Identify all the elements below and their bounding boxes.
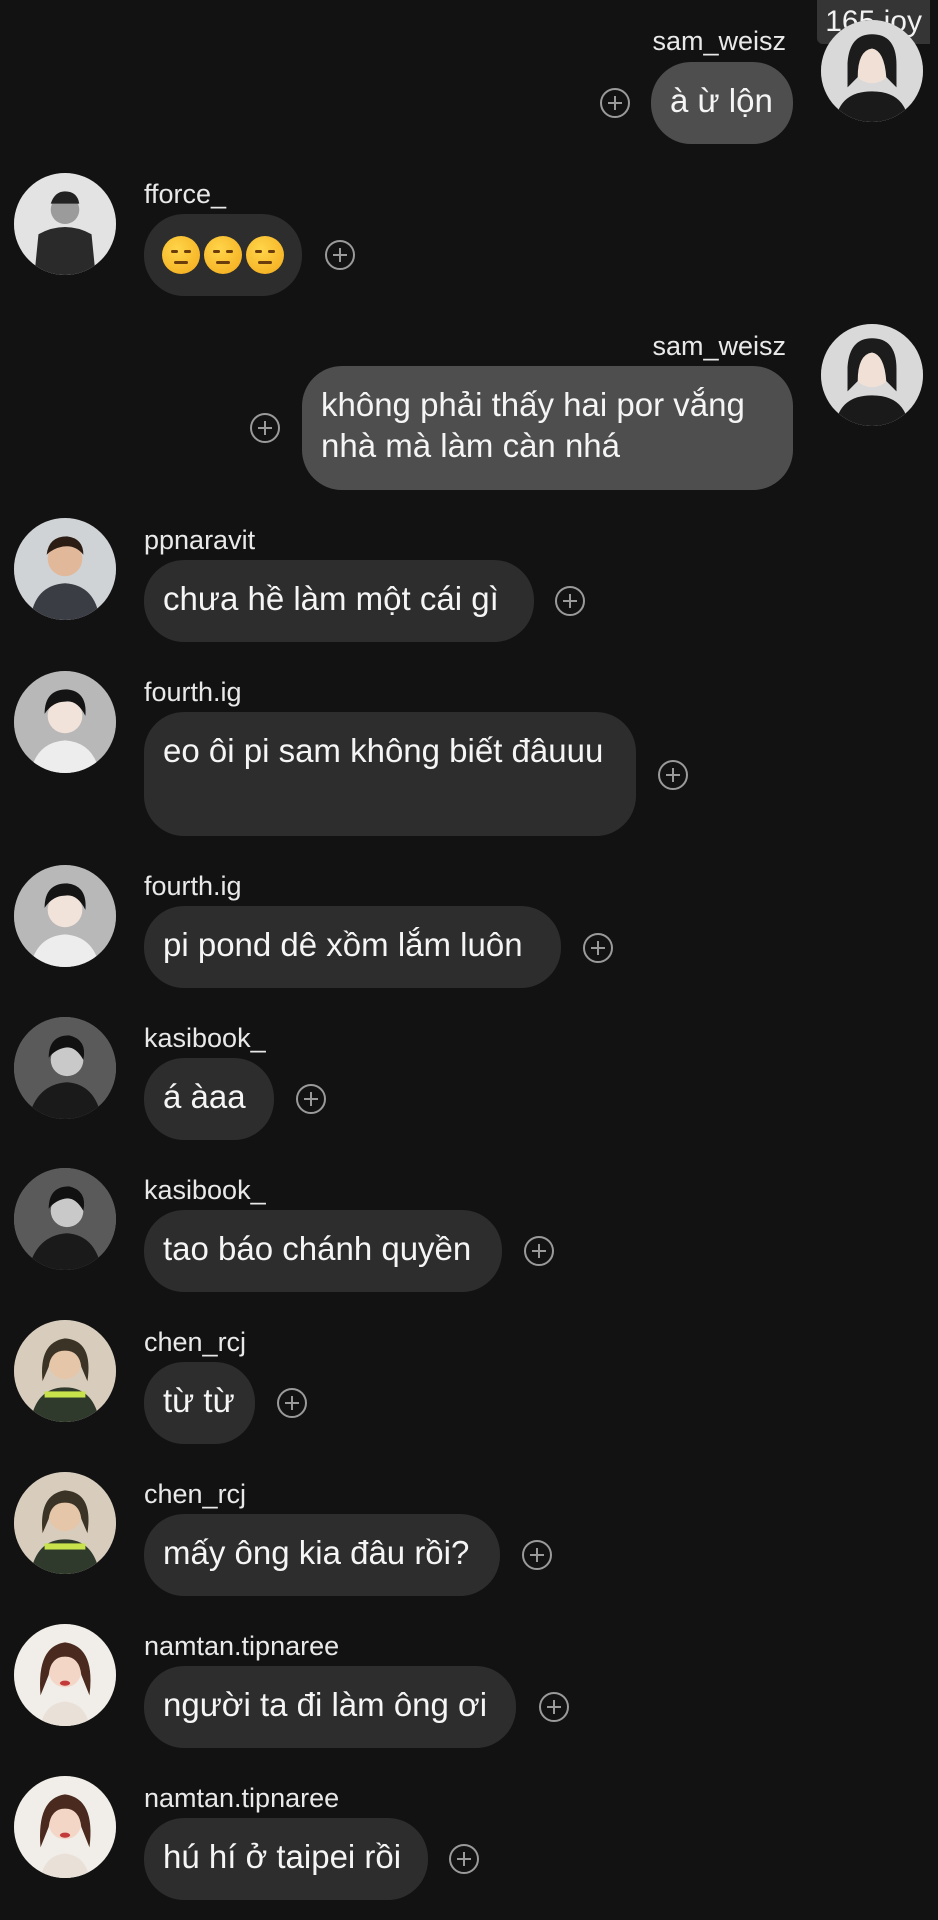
add-reaction-icon[interactable] bbox=[583, 933, 613, 963]
avatar-chen-rcj[interactable] bbox=[14, 1472, 116, 1574]
add-reaction-icon[interactable] bbox=[555, 586, 585, 616]
username: fourth.ig bbox=[144, 871, 242, 901]
unamused-face-icon bbox=[162, 236, 200, 274]
unamused-emoji-group bbox=[162, 236, 284, 274]
message-bubble[interactable] bbox=[144, 214, 302, 296]
add-reaction-icon[interactable] bbox=[524, 1236, 554, 1266]
avatar-ppnaravit[interactable] bbox=[14, 518, 116, 620]
add-reaction-icon[interactable] bbox=[522, 1540, 552, 1570]
avatar-sam-weisz[interactable] bbox=[821, 324, 923, 426]
message-bubble[interactable]: từ từ bbox=[144, 1362, 255, 1444]
add-reaction-icon[interactable] bbox=[600, 88, 630, 118]
message-bubble[interactable]: hú hí ở taipei rồi bbox=[144, 1818, 428, 1900]
username: namtan.tipnaree bbox=[144, 1631, 340, 1661]
avatar-fourth-ig[interactable] bbox=[14, 671, 116, 773]
username: ppnaravit bbox=[144, 525, 256, 555]
message-bubble[interactable]: à ừ lộn bbox=[651, 62, 793, 144]
add-reaction-icon[interactable] bbox=[658, 760, 688, 790]
add-reaction-icon[interactable] bbox=[277, 1388, 307, 1418]
username: kasibook_ bbox=[144, 1023, 266, 1053]
avatar-sam-weisz[interactable] bbox=[821, 20, 923, 122]
avatar-namtan-tipnaree[interactable] bbox=[14, 1776, 116, 1878]
add-reaction-icon[interactable] bbox=[449, 1844, 479, 1874]
username: kasibook_ bbox=[144, 1175, 266, 1205]
avatar-fourth-ig[interactable] bbox=[14, 865, 116, 967]
unamused-face-icon bbox=[204, 236, 242, 274]
avatar-namtan-tipnaree[interactable] bbox=[14, 1624, 116, 1726]
unamused-face-icon bbox=[246, 236, 284, 274]
add-reaction-icon[interactable] bbox=[539, 1692, 569, 1722]
username: namtan.tipnaree bbox=[144, 1783, 340, 1813]
username: fforce_ bbox=[144, 179, 227, 209]
message-bubble[interactable]: eo ôi pi sam không biết đâuuu bbox=[144, 712, 636, 836]
message-bubble[interactable]: người ta đi làm ông ơi bbox=[144, 1666, 516, 1748]
username: chen_rcj bbox=[144, 1479, 247, 1509]
message-bubble[interactable]: á àaa bbox=[144, 1058, 274, 1140]
avatar-kasibook[interactable] bbox=[14, 1017, 116, 1119]
avatar-fforce[interactable] bbox=[14, 173, 116, 275]
message-bubble[interactable]: chưa hề làm một cái gì bbox=[144, 560, 534, 642]
username: chen_rcj bbox=[144, 1327, 247, 1357]
add-reaction-icon[interactable] bbox=[296, 1084, 326, 1114]
message-bubble[interactable]: tao báo chánh quyền bbox=[144, 1210, 502, 1292]
add-reaction-icon[interactable] bbox=[250, 413, 280, 443]
username: sam_weisz bbox=[652, 26, 786, 56]
avatar-kasibook[interactable] bbox=[14, 1168, 116, 1270]
message-bubble[interactable]: mấy ông kia đâu rồi? bbox=[144, 1514, 500, 1596]
message-bubble[interactable]: pi pond dê xồm lắm luôn bbox=[144, 906, 561, 988]
add-reaction-icon[interactable] bbox=[325, 240, 355, 270]
avatar-chen-rcj[interactable] bbox=[14, 1320, 116, 1422]
username: sam_weisz bbox=[652, 331, 786, 361]
message-bubble[interactable]: không phải thấy hai por vắng nhà mà làm … bbox=[302, 366, 793, 490]
username: fourth.ig bbox=[144, 677, 242, 707]
